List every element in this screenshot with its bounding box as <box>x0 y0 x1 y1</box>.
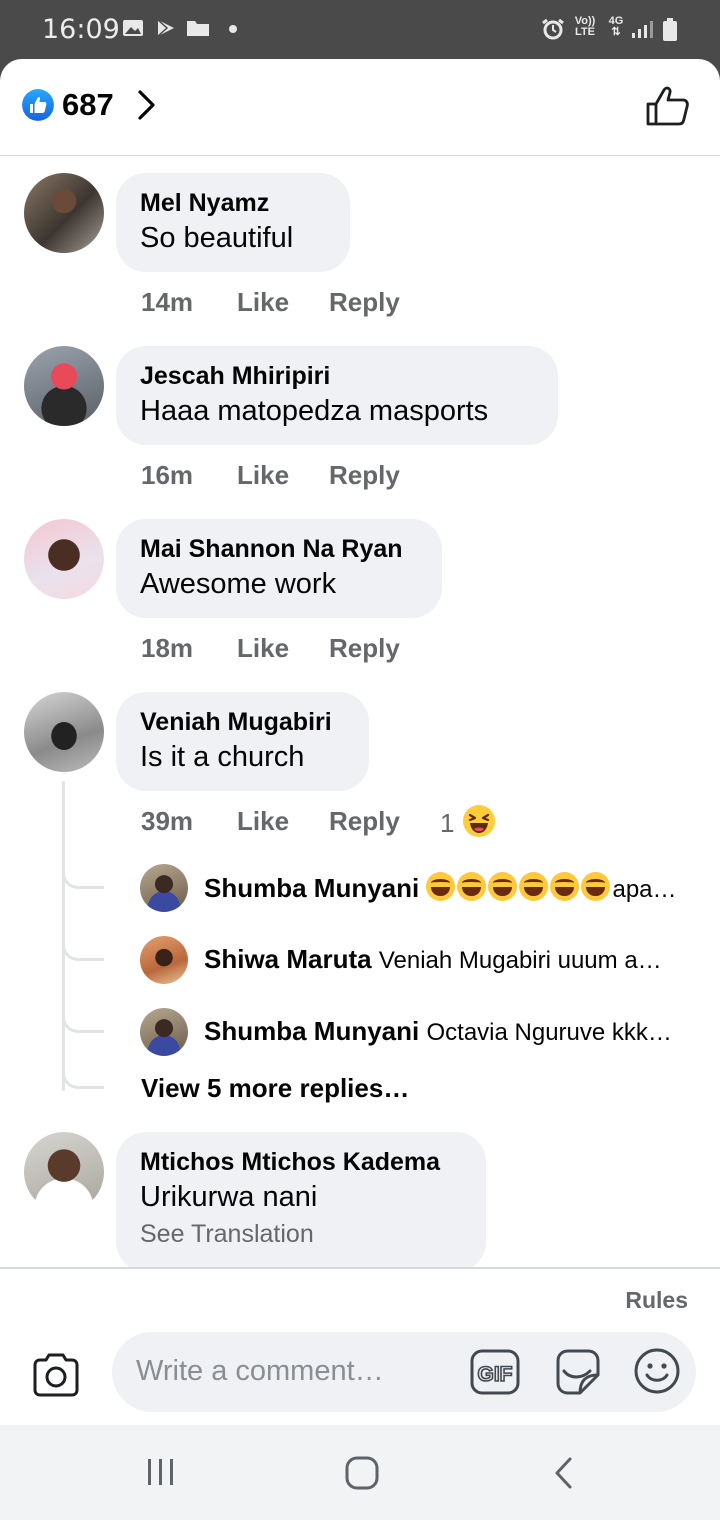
tears-of-joy-icon <box>550 872 580 901</box>
reply-text: apa… <box>612 876 677 903</box>
dot-icon <box>229 25 237 33</box>
reply-button[interactable]: Reply <box>329 806 400 837</box>
rules-link[interactable]: Rules <box>625 1287 688 1314</box>
tears-of-joy-icon <box>488 872 518 901</box>
reply-item[interactable]: Shumba Munyani Octavia Nguruve kkk… <box>140 1008 700 1056</box>
play-store-icon <box>157 19 174 37</box>
reply-button[interactable]: Reply <box>329 633 400 664</box>
avatar[interactable] <box>140 864 188 912</box>
like-button[interactable]: Like <box>237 460 329 491</box>
system-nav-bar <box>0 1425 720 1520</box>
thread-branch <box>62 1009 104 1033</box>
avatar[interactable] <box>140 936 188 984</box>
chevron-right-icon[interactable] <box>136 89 158 121</box>
comment-bubble[interactable]: Mtichos Mtichos Kadema Urikurwa nani See… <box>116 1132 486 1272</box>
comment-text: Urikurwa nani <box>140 1181 318 1213</box>
signal-icon <box>632 21 653 38</box>
comment-author[interactable]: Veniah Mugabiri <box>140 706 345 738</box>
tears-of-joy-icon <box>457 872 487 901</box>
reply-item[interactable]: Shiwa Maruta Veniah Mugabiri uuum a… <box>140 936 700 984</box>
comment-text: Haaa matopedza masports <box>140 395 489 427</box>
comment-author[interactable]: Mel Nyamz <box>140 187 326 219</box>
comment-bubble[interactable]: Jescah Mhiripiri Haaa matopedza masports <box>116 346 558 445</box>
comment-bubble[interactable]: Veniah Mugabiri Is it a church <box>116 692 369 791</box>
camera-icon[interactable] <box>31 1353 81 1397</box>
gif-label: GIF <box>478 1363 513 1386</box>
recent-apps-icon[interactable] <box>145 1455 177 1489</box>
status-time: 16:09 <box>42 14 120 45</box>
see-translation-link[interactable]: See Translation <box>140 1216 462 1252</box>
comment-author[interactable]: Jescah Mhiripiri <box>140 360 534 392</box>
thread-line <box>62 781 65 1091</box>
avatar[interactable] <box>24 1132 104 1212</box>
thread-branch <box>62 865 104 889</box>
comment-bubble[interactable]: Mel Nyamz So beautiful <box>116 173 350 272</box>
home-icon[interactable] <box>344 1455 380 1491</box>
avatar[interactable] <box>140 1008 188 1056</box>
reply-button[interactable]: Reply <box>329 460 400 491</box>
comment-bubble[interactable]: Mai Shannon Na Ryan Awesome work <box>116 519 442 618</box>
reply-button[interactable]: Reply <box>329 287 400 318</box>
avatar[interactable] <box>24 519 104 599</box>
comment-text: Is it a church <box>140 741 305 773</box>
comment-composer[interactable]: GIF <box>112 1332 696 1412</box>
comment-author[interactable]: Mtichos Mtichos Kadema <box>140 1146 462 1178</box>
comment-author[interactable]: Mai Shannon Na Ryan <box>140 533 418 565</box>
comments-sheet: 687 Mel Nyamz So beautiful 14m Like Reply … <box>0 59 720 1425</box>
alarm-icon <box>542 18 564 40</box>
like-button[interactable]: Like <box>237 806 329 837</box>
like-badge-icon <box>22 89 54 121</box>
comment-actions: 16m Like Reply <box>141 460 400 491</box>
tears-of-joy-icon <box>581 872 611 901</box>
thread-branch <box>62 1065 104 1089</box>
reply-author[interactable]: Shumba Munyani <box>204 1016 419 1046</box>
comment-time[interactable]: 39m <box>141 806 237 837</box>
status-bar: 16:09 Vo)) LTE 4G ⇅ <box>0 0 720 60</box>
comment-text: Awesome work <box>140 568 337 600</box>
comment-input[interactable] <box>136 1348 456 1394</box>
comment-actions: 14m Like Reply <box>141 287 400 318</box>
reaction-count-label[interactable]: 1 <box>440 808 454 839</box>
reply-text: Octavia Nguruve kkk… <box>426 1019 672 1046</box>
emoji-icon[interactable] <box>632 1346 682 1396</box>
reply-text: Veniah Mugabiri uuum a… <box>378 947 662 974</box>
like-button[interactable]: Like <box>237 633 329 664</box>
reply-item[interactable]: Shumba Munyani apa… <box>140 864 700 912</box>
view-more-replies-link[interactable]: View 5 more replies… <box>141 1073 409 1104</box>
reply-author[interactable]: Shumba Munyani <box>204 873 419 903</box>
avatar[interactable] <box>24 692 104 772</box>
image-icon <box>123 20 143 36</box>
comment-time[interactable]: 14m <box>141 287 237 318</box>
reply-emojis <box>426 872 612 903</box>
reply-author[interactable]: Shiwa Maruta <box>204 944 372 974</box>
comment-actions: 39m Like Reply <box>141 806 400 837</box>
tears-of-joy-icon <box>426 872 456 901</box>
comment-time[interactable]: 18m <box>141 633 237 664</box>
comment-text: So beautiful <box>140 222 294 254</box>
reactions-header[interactable]: 687 <box>0 59 720 156</box>
avatar[interactable] <box>24 346 104 426</box>
folder-icon <box>187 21 209 36</box>
tears-of-joy-icon <box>519 872 549 901</box>
gif-icon[interactable]: GIF <box>470 1347 520 1397</box>
lte-label: LTE <box>575 26 595 38</box>
reaction-count: 687 <box>62 87 114 122</box>
thumbs-up-outline-icon[interactable] <box>645 85 691 127</box>
back-icon[interactable] <box>551 1455 577 1491</box>
avatar[interactable] <box>24 173 104 253</box>
comment-actions: 18m Like Reply <box>141 633 400 664</box>
battery-icon <box>663 18 677 41</box>
sticker-icon[interactable] <box>552 1347 602 1397</box>
thread-branch <box>62 937 104 961</box>
like-button[interactable]: Like <box>237 287 329 318</box>
comment-time[interactable]: 16m <box>141 460 237 491</box>
laughing-reaction-icon[interactable] <box>462 804 496 838</box>
